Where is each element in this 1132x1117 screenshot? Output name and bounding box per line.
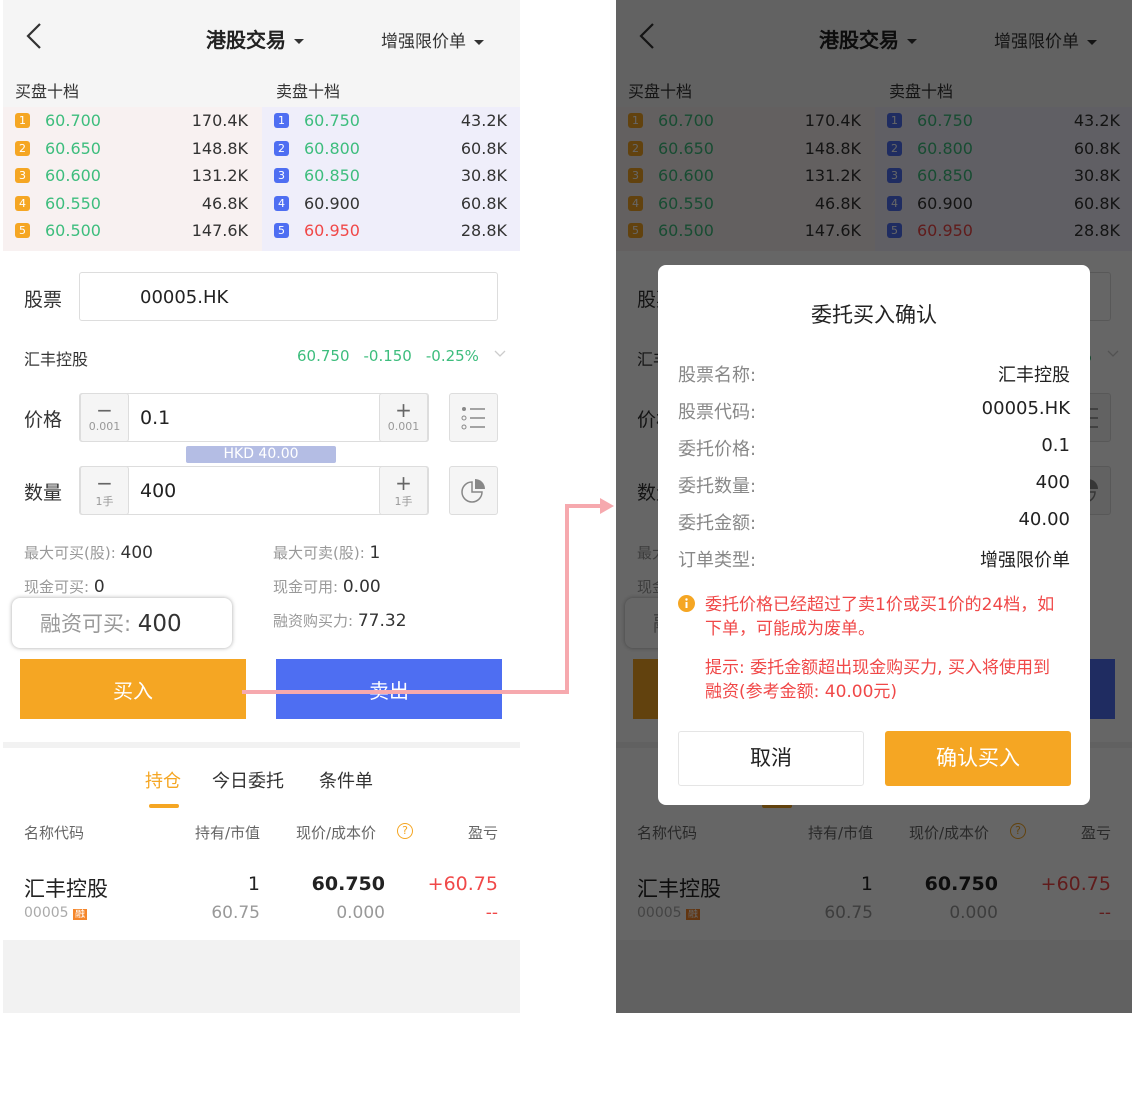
- dialog-row: 股票名称: 汇丰控股: [678, 361, 1070, 387]
- dialog-row-label: 委托数量:: [678, 476, 757, 497]
- dialog-row: 股票代码: 00005.HK: [678, 398, 1070, 424]
- dialog-row-value: 400: [1035, 472, 1070, 493]
- confirm-buy-button[interactable]: 确认买入: [885, 731, 1071, 786]
- dialog-row-label: 股票代码:: [678, 402, 757, 423]
- dialog-row-value: 增强限价单: [980, 550, 1070, 571]
- info-icon: [678, 595, 695, 612]
- dialog-row: 委托数量: 400: [678, 472, 1070, 498]
- dialog-row: 委托价格: 0.1: [678, 435, 1070, 461]
- margin-hint: 提示: 委托金额超出现金购买力, 买入将使用到融资(参考金额: 40.00元): [705, 658, 1050, 702]
- dialog-row-value: 40.00: [1018, 509, 1070, 530]
- dialog-title: 委托买入确认: [811, 303, 937, 327]
- dialog-row-label: 委托金额:: [678, 513, 757, 534]
- dialog-row-value: 汇丰控股: [998, 365, 1070, 386]
- dialog-row: 订单类型: 增强限价单: [678, 546, 1070, 572]
- cancel-button[interactable]: 取消: [678, 731, 864, 786]
- dialog-row-label: 股票名称:: [678, 365, 757, 386]
- buy-confirm-dialog: 委托买入确认 股票名称: 汇丰控股股票代码: 00005.HK 委托价格: 0.1 委托数…: [658, 265, 1090, 805]
- dialog-row-label: 订单类型:: [678, 550, 757, 571]
- dialog-row-label: 委托价格:: [678, 439, 757, 460]
- warning-text: 委托价格已经超过了卖1价或买1价的24档，如下单，可能成为废单。: [705, 595, 1055, 639]
- dialog-row-value: 0.1: [1041, 435, 1070, 456]
- dialog-row-value: 00005.HK: [981, 398, 1070, 419]
- dialog-row: 委托金额: 40.00: [678, 509, 1070, 535]
